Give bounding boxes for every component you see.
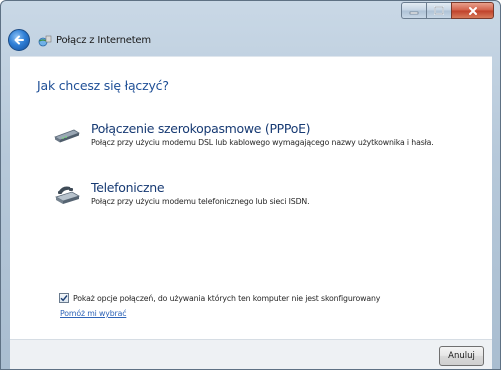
show-options-row: Pokaż opcje połączeń, do używania któryc… (59, 293, 380, 303)
title-bar[interactable] (1, 1, 500, 25)
option-title: Połączenie szerokopasmowe (PPPoE) (91, 121, 311, 136)
help-me-choose-link[interactable]: Pomóż mi wybrać (60, 309, 126, 318)
back-arrow-icon (14, 35, 24, 45)
minimize-icon (409, 11, 419, 14)
caption-buttons (401, 2, 494, 19)
back-button[interactable] (8, 29, 30, 51)
content-panel: Jak chcesz się łączyć? Połączenie szerok… (10, 56, 492, 339)
checkmark-icon (60, 295, 68, 302)
show-options-checkbox[interactable] (59, 293, 69, 303)
option-broadband[interactable]: Połączenie szerokopasmowe (PPPoE) Połącz… (50, 121, 470, 161)
minimize-button[interactable] (401, 2, 426, 19)
maximize-icon (434, 6, 444, 15)
window-title: Połącz z Internetem (56, 35, 151, 46)
close-button[interactable] (451, 2, 494, 19)
option-title: Telefoniczne (91, 180, 165, 195)
footer-bar: Anuluj (10, 339, 492, 369)
network-globe-icon (38, 35, 52, 47)
option-description: Połącz przy użyciu modemu telefonicznego… (91, 197, 310, 206)
option-dial-up[interactable]: Telefoniczne Połącz przy użyciu modemu t… (50, 180, 470, 220)
page-heading: Jak chcesz się łączyć? (37, 78, 169, 93)
cancel-button[interactable]: Anuluj (439, 346, 484, 366)
wizard-window: Połącz z Internetem Jak chcesz się łączy… (0, 0, 501, 370)
broadband-modem-icon (54, 129, 80, 143)
maximize-button[interactable] (426, 2, 451, 19)
close-icon (468, 6, 477, 15)
show-options-label[interactable]: Pokaż opcje połączeń, do używania któryc… (73, 294, 380, 303)
dial-up-modem-icon (55, 186, 80, 204)
navigation-bar: Połącz z Internetem (1, 25, 500, 55)
option-description: Połącz przy użyciu modemu DSL lub kablow… (91, 138, 434, 147)
